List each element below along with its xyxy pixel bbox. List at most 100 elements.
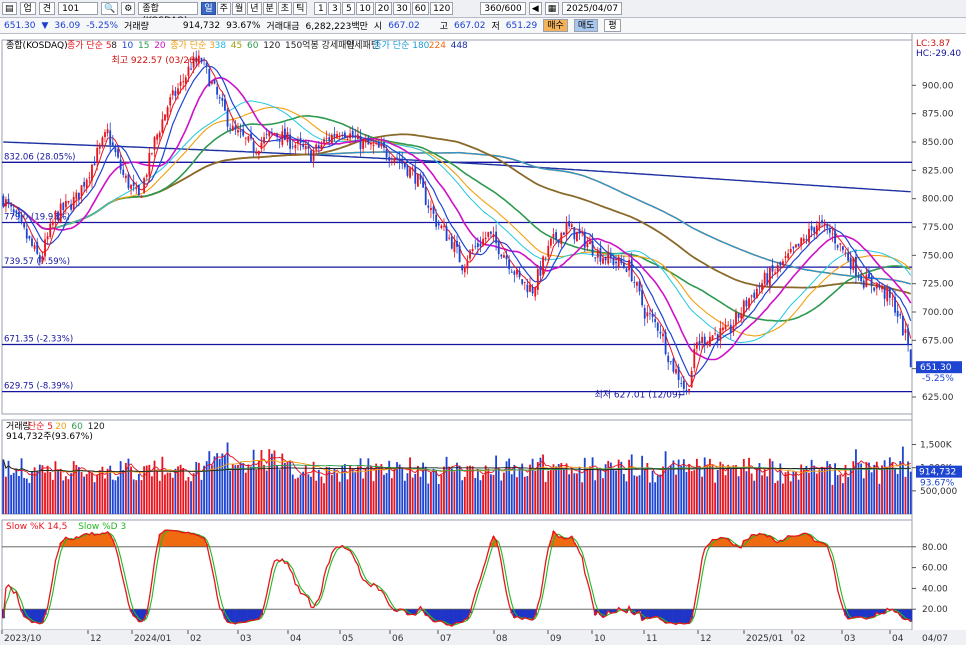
candle-body [768, 268, 771, 287]
candle-body [49, 223, 52, 237]
down-arrow-icon: ▼ [41, 20, 49, 31]
volume-bar [836, 475, 839, 514]
volume-legend-item: 120 [88, 422, 105, 432]
up-selector[interactable]: 업 [19, 2, 36, 15]
candle-body [534, 287, 537, 297]
candle-body [294, 144, 297, 149]
candle-body [242, 129, 245, 136]
volume-bar [7, 460, 10, 514]
code-input[interactable]: 101 [58, 2, 99, 15]
calendar-icon[interactable]: ▦ [544, 2, 560, 15]
candle-body [722, 327, 724, 331]
volume-bar [72, 461, 75, 514]
volume-bar [523, 476, 526, 514]
buy-button[interactable]: 매수 [543, 19, 568, 32]
stoch-oversold-fill [526, 609, 530, 619]
interval-5[interactable]: 5 [342, 2, 356, 15]
volume-bar [59, 468, 62, 514]
candle-body [690, 371, 693, 388]
candle-body [755, 288, 758, 299]
quote-bar: 651.30 ▼ 36.09 -5.25% 거래량 914,732 93.67%… [0, 18, 966, 34]
volume-bar [187, 477, 190, 514]
volume-bar [291, 474, 294, 514]
interval-10[interactable]: 10 [356, 2, 374, 15]
interval-1[interactable]: 1 [314, 2, 328, 15]
stoch-oversold-fill [447, 609, 451, 625]
candle-body [323, 139, 325, 143]
candle-body [604, 257, 607, 261]
candle-body [143, 178, 146, 193]
volume-bar [758, 463, 761, 514]
settings-icon[interactable]: ⚙ [121, 2, 136, 15]
volume-bar [857, 462, 860, 514]
stock-chart[interactable]: 832.06 (28.05%)779.0 (19.93%)739.57 (7.5… [0, 34, 966, 645]
volume-bar [435, 470, 438, 514]
volume-bar [370, 465, 372, 514]
candle-body [570, 224, 573, 228]
candle-body [250, 133, 252, 139]
volume-bar [834, 463, 836, 514]
candle-body [544, 257, 547, 259]
stoch-overbought-fill [721, 537, 725, 547]
candle-body [901, 315, 904, 336]
candle-body [500, 254, 503, 257]
volume-bar [297, 477, 299, 514]
candle-body [2, 195, 5, 207]
date-field[interactable]: 2025/04/07 [562, 2, 623, 15]
volume-bar [513, 464, 516, 514]
y-tick-label: 700.00 [922, 308, 954, 318]
candle-body [685, 389, 688, 391]
tab-년[interactable]: 년 [247, 2, 262, 15]
candle-body [224, 99, 226, 111]
tab-월[interactable]: 월 [231, 2, 247, 15]
tab-일[interactable]: 일 [201, 2, 216, 15]
candle-body [682, 380, 685, 389]
volume-bar [724, 475, 727, 514]
chevron-left-icon[interactable]: ◀ [528, 2, 542, 15]
x-tick-label: 11 [646, 634, 657, 644]
tab-초[interactable]: 초 [277, 2, 293, 15]
candle-body [474, 246, 477, 248]
candle-body [286, 132, 289, 143]
tab-틱[interactable]: 틱 [293, 2, 308, 15]
x-tick-label: 08 [496, 634, 508, 644]
volume-bar [729, 468, 732, 514]
volume-bar [821, 467, 823, 514]
volume-bar [573, 473, 576, 514]
interval-120[interactable]: 120 [430, 2, 454, 15]
candle-body [145, 175, 148, 177]
candle [664, 328, 667, 356]
interval-20[interactable]: 20 [374, 2, 393, 15]
interval-30[interactable]: 30 [393, 2, 411, 15]
candle-body [257, 151, 260, 155]
candle-body [357, 134, 359, 140]
candle-body [662, 333, 664, 337]
candle-body [205, 62, 208, 67]
candle-body [852, 258, 855, 270]
y-tick-label: 900.00 [922, 81, 954, 91]
volume-bar [440, 475, 443, 514]
tab-분[interactable]: 분 [262, 2, 277, 15]
tab-주[interactable]: 주 [216, 2, 231, 15]
period-selector[interactable]: 견 [38, 2, 56, 15]
sell-button[interactable]: 매도 [573, 19, 599, 32]
stoch-tick-label: 20.00 [922, 605, 948, 615]
count-field[interactable]: 360/600 [480, 2, 526, 15]
interval-60[interactable]: 60 [411, 2, 430, 15]
x-tick-label: 02 [190, 634, 201, 644]
volume-bar [166, 472, 169, 514]
max-annotation: 최고 922.57 (03/26) [111, 55, 198, 66]
candle-body [187, 66, 190, 76]
volume-bar [78, 467, 80, 514]
interval-3[interactable]: 3 [328, 2, 342, 15]
eval-button[interactable]: 평 [604, 19, 621, 32]
search-icon[interactable]: 🔍 [101, 2, 119, 15]
stoch-overbought-fill [755, 535, 759, 547]
candle-body [161, 119, 164, 133]
volume-bar [109, 465, 112, 514]
candle-body [748, 298, 750, 308]
volume-bar [716, 469, 719, 514]
level-label-0: 832.06 (28.05%) [4, 152, 76, 162]
menu-icon[interactable]: ▤ [2, 2, 17, 15]
toolbar: ▤ 업 견 101 🔍 ⚙ 종합(KOSDAQ) 일주월년분초틱 1351020… [0, 0, 966, 26]
